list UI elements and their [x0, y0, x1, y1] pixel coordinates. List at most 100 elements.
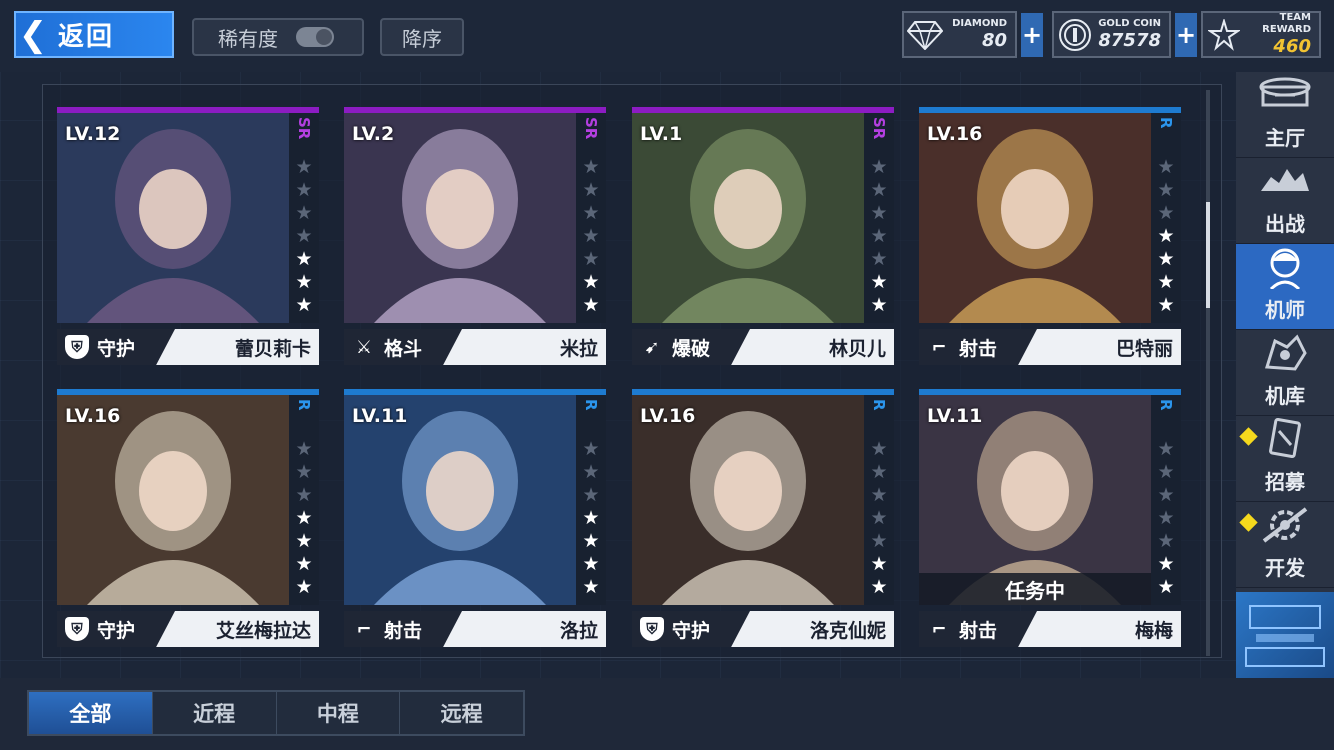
star-empty-icon: ★ — [1157, 202, 1175, 224]
gold-coin-label: GOLD COIN — [1098, 17, 1161, 29]
pilot-info-bar: ⛨ 守护 洛克仙妮 — [632, 611, 894, 647]
tab-mid-range[interactable]: 中程 — [277, 692, 401, 734]
pilot-card[interactable]: R ★ ★ ★ ★ ★ ★ ★ LV.16 ⌐ 射击 巴特丽 — [919, 107, 1181, 365]
rifle-icon: ⌐ — [931, 336, 947, 358]
rarity-column: R ★ ★ ★ ★ ★ ★ ★ — [576, 395, 606, 605]
star-empty-icon: ★ — [1157, 484, 1175, 506]
pilot-level: LV.2 — [352, 123, 395, 145]
star-filled-icon: ★ — [870, 553, 888, 575]
scrollbar-thumb[interactable] — [1206, 202, 1210, 308]
star-rating: ★ ★ ★ ★ ★ ★ ★ — [1157, 438, 1174, 599]
star-filled-icon: ★ — [295, 271, 313, 293]
pilot-level: LV.11 — [927, 405, 983, 427]
tab-long-range[interactable]: 远程 — [400, 692, 523, 734]
rarity-badge: SR — [582, 117, 600, 140]
star-rating: ★ ★ ★ ★ ★ ★ ★ — [582, 438, 599, 599]
star-empty-icon: ★ — [1157, 179, 1175, 201]
rarity-column: R ★ ★ ★ ★ ★ ★ ★ — [1151, 113, 1181, 323]
sidebar-item-pilot[interactable]: 机师 — [1236, 244, 1334, 330]
sidebar-item-develop[interactable]: 开发 — [1236, 502, 1334, 588]
role-label: 格斗 — [384, 337, 423, 360]
sidebar-item-hangar[interactable]: 机库 — [1236, 330, 1334, 416]
scrollbar[interactable] — [1206, 90, 1210, 656]
pilot-role: ⛨ 守护 — [632, 611, 750, 647]
star-empty-icon: ★ — [295, 461, 313, 483]
star-empty-icon: ★ — [582, 202, 600, 224]
sort-rarity-toggle[interactable]: 稀有度 — [192, 18, 364, 56]
star-rating: ★ ★ ★ ★ ★ ★ ★ — [582, 156, 599, 317]
pilot-info-bar: ⌐ 射击 梅梅 — [919, 611, 1181, 647]
pilot-info-bar: ⚔ 格斗 米拉 — [344, 329, 606, 365]
pilot-name: 洛克仙妮 — [809, 619, 886, 642]
pilot-card[interactable]: R ★ ★ ★ ★ ★ ★ ★ LV.11 任务中 ⌐ 射击 梅梅 — [919, 389, 1181, 647]
star-rating: ★ ★ ★ ★ ★ ★ ★ — [295, 156, 312, 317]
add-diamond-button[interactable]: + — [1021, 13, 1043, 57]
pilot-info-bar: ➹ 爆破 林贝儿 — [632, 329, 894, 365]
chevron-left-icon: ❮ — [18, 14, 48, 55]
rarity-badge: R — [870, 399, 888, 411]
plus-icon: + — [1021, 21, 1043, 49]
star-empty-icon: ★ — [582, 484, 600, 506]
star-filled-icon: ★ — [582, 507, 600, 529]
pilot-info-bar: ⌐ 射击 洛拉 — [344, 611, 606, 647]
pilot-card[interactable]: R ★ ★ ★ ★ ★ ★ ★ LV.11 ⌐ 射击 洛拉 — [344, 389, 606, 647]
mission-status-banner: 任务中 — [919, 573, 1151, 605]
star-filled-icon: ★ — [295, 294, 313, 316]
pilot-card[interactable]: SR ★ ★ ★ ★ ★ ★ ★ LV.2 ⚔ 格斗 米拉 — [344, 107, 606, 365]
star-empty-icon: ★ — [295, 438, 313, 460]
hangar-icon — [1255, 330, 1315, 376]
gold-coin-value: 87578 — [1098, 29, 1161, 51]
star-empty-icon: ★ — [582, 438, 600, 460]
star-empty-icon: ★ — [870, 438, 888, 460]
pilot-name: 蕾贝莉卡 — [234, 337, 311, 360]
back-button[interactable]: ❮ 返回 — [14, 11, 174, 58]
pilot-level: LV.12 — [65, 123, 121, 145]
tab-short-range[interactable]: 近程 — [153, 692, 277, 734]
team-reward-counter: TEAM REWARD 460 — [1201, 11, 1321, 58]
role-label: 守护 — [97, 619, 136, 642]
pilot-role: ⌐ 射击 — [919, 329, 1037, 365]
add-gold-button[interactable]: + — [1175, 13, 1197, 57]
gold-coin-counter: GOLD COIN 87578 — [1052, 11, 1171, 58]
pilot-card[interactable]: R ★ ★ ★ ★ ★ ★ ★ LV.16 ⛨ 守护 艾丝梅拉达 — [57, 389, 319, 647]
rarity-badge: R — [1157, 117, 1175, 129]
pilot-card[interactable]: SR ★ ★ ★ ★ ★ ★ ★ LV.1 ➹ 爆破 林贝儿 — [632, 107, 894, 365]
pilot-icon — [1255, 244, 1315, 290]
back-label: 返回 — [58, 22, 115, 52]
star-filled-icon: ★ — [582, 271, 600, 293]
pilot-portrait: R ★ ★ ★ ★ ★ ★ ★ LV.16 — [632, 389, 894, 605]
star-filled-icon: ★ — [1157, 248, 1175, 270]
star-filled-icon: ★ — [870, 294, 888, 316]
rarity-column: SR ★ ★ ★ ★ ★ ★ ★ — [576, 113, 606, 323]
star-empty-icon: ★ — [582, 179, 600, 201]
sort-order-button[interactable]: 降序 — [380, 18, 464, 56]
pilot-name: 巴特丽 — [1115, 337, 1173, 360]
pilot-card[interactable]: SR ★ ★ ★ ★ ★ ★ ★ LV.12 ⛨ 守护 蕾贝莉卡 — [57, 107, 319, 365]
diamond-counter: DIAMOND 80 — [902, 11, 1017, 58]
recruit-card-icon — [1255, 416, 1315, 462]
sidebar-item-recruit[interactable]: 招募 — [1236, 416, 1334, 502]
star-filled-icon: ★ — [870, 576, 888, 598]
star-empty-icon: ★ — [582, 156, 600, 178]
star-empty-icon: ★ — [870, 248, 888, 270]
star-filled-icon: ★ — [295, 530, 313, 552]
star-filled-icon: ★ — [295, 507, 313, 529]
pilot-role: ⌐ 射击 — [919, 611, 1037, 647]
star-empty-icon: ★ — [1157, 156, 1175, 178]
minimap-thumbnail[interactable] — [1236, 592, 1334, 678]
star-empty-icon: ★ — [295, 484, 313, 506]
pilot-portrait: R ★ ★ ★ ★ ★ ★ ★ LV.11 — [344, 389, 606, 605]
pilot-card[interactable]: R ★ ★ ★ ★ ★ ★ ★ LV.16 ⛨ 守护 洛克仙妮 — [632, 389, 894, 647]
rifle-icon: ⌐ — [356, 618, 372, 640]
pilot-portrait: R ★ ★ ★ ★ ★ ★ ★ LV.11 任务中 — [919, 389, 1181, 605]
sidebar-item-hall[interactable]: 主厅 — [1236, 72, 1334, 158]
rarity-column: SR ★ ★ ★ ★ ★ ★ ★ — [289, 113, 319, 323]
plus-icon: + — [1175, 21, 1197, 49]
tab-all[interactable]: 全部 — [29, 692, 153, 734]
sidebar-item-battle[interactable]: 出战 — [1236, 158, 1334, 244]
star-rating: ★ ★ ★ ★ ★ ★ ★ — [870, 156, 887, 317]
sort-rarity-label: 稀有度 — [218, 26, 278, 51]
sidebar-label-battle: 出战 — [1265, 212, 1305, 236]
pilot-portrait: R ★ ★ ★ ★ ★ ★ ★ LV.16 — [919, 107, 1181, 323]
toggle-switch-icon — [296, 27, 334, 47]
